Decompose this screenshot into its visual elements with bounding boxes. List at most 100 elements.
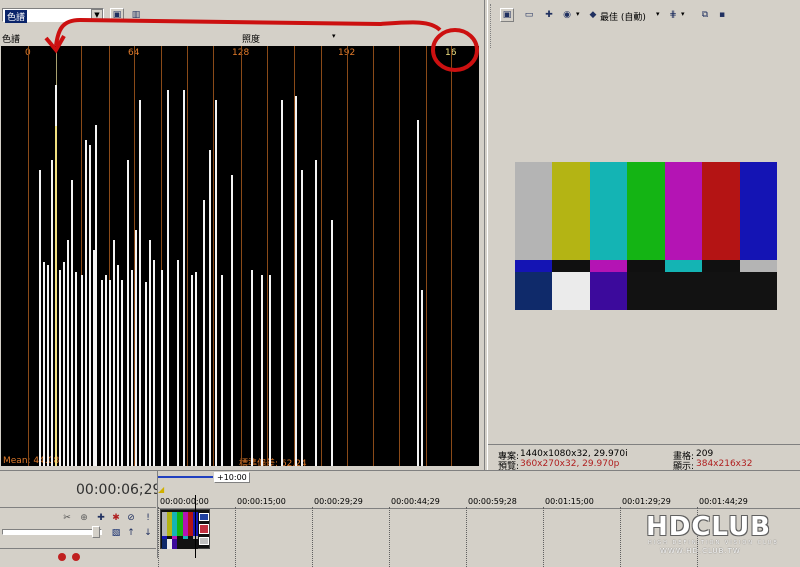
histogram-bar (167, 90, 169, 466)
marker-flag[interactable]: +10:00 (214, 472, 250, 483)
track-divider (0, 548, 156, 549)
scope-gridline (451, 46, 452, 466)
colorbar-swatch (739, 162, 778, 261)
histogram-bar (39, 170, 41, 466)
mute-icon[interactable]: ⊘ (124, 511, 138, 525)
monitor-icon[interactable]: ▭ (522, 8, 536, 22)
histogram-bar (101, 280, 103, 466)
event-fx-icon[interactable] (199, 513, 209, 521)
histogram-bar-highlight (55, 126, 57, 466)
ruler-timecode: 00:00:59;28 (468, 497, 517, 506)
histogram-bar (417, 120, 419, 466)
colorbar-swatch (627, 260, 666, 273)
histogram-bar (59, 270, 61, 466)
project-value: 1440x1080x32, 29.970i (520, 449, 628, 459)
colorbar-swatch (664, 260, 703, 273)
histogram-bar (127, 160, 129, 466)
event-thumbnail (162, 512, 199, 549)
histogram-bar (85, 140, 87, 466)
histogram-bar (89, 145, 91, 466)
colorbar-swatch (589, 272, 628, 310)
histogram-bar (231, 175, 233, 466)
colorbar-swatch (552, 162, 591, 261)
chevron-down-icon[interactable]: ▾ (576, 10, 580, 18)
colorbar-swatch (515, 260, 553, 273)
solo-icon[interactable]: ! (141, 511, 155, 525)
track-fx-icon[interactable]: ✱ (109, 511, 123, 525)
level-slider-thumb[interactable] (92, 526, 100, 538)
save-snapshot-icon[interactable]: ▪ (715, 8, 729, 22)
histogram-bar (315, 160, 317, 466)
bypass-fx-icon[interactable]: ✂ (60, 511, 74, 525)
move-down-icon[interactable]: ↓ (141, 526, 155, 540)
colorbar-swatch (702, 260, 741, 273)
scope-gridline (347, 46, 348, 466)
colorbar-swatch (702, 162, 741, 261)
event-pan-icon[interactable] (199, 537, 209, 545)
record-icon-2[interactable] (72, 553, 80, 561)
composite-icon[interactable]: ⊕ (77, 511, 91, 525)
histogram-bar (177, 260, 179, 466)
colorbar-swatch (552, 260, 591, 273)
loop-marker-icon[interactable]: ◢ (158, 485, 164, 494)
colorbar-swatch (739, 272, 778, 310)
composite-mode-icon[interactable]: ▧ (109, 526, 123, 540)
histogram-bar (67, 240, 69, 466)
event-crop-icon[interactable] (199, 524, 209, 534)
chevron-down-icon[interactable]: ▾ (656, 10, 660, 18)
scope-gridline (241, 46, 242, 466)
move-up-icon[interactable]: ↑ (124, 526, 138, 540)
preview-video-frame (515, 162, 778, 310)
colorbar-swatch (552, 272, 591, 310)
histogram-bar (331, 220, 333, 466)
level-slider[interactable] (2, 529, 102, 535)
colorbar-swatch (739, 260, 778, 273)
ruler-tick (466, 507, 467, 567)
ruler-tick (235, 507, 236, 567)
preview-grip[interactable] (490, 4, 493, 48)
histogram-bar (51, 160, 53, 466)
histogram-bar (109, 280, 111, 466)
histogram-bar (145, 282, 147, 466)
scope-gridline (267, 46, 268, 466)
preview-quality-select[interactable]: 最佳 (自動) (600, 10, 646, 23)
copy-snapshot-icon[interactable]: ⧉ (698, 8, 712, 22)
ruler-tick (158, 507, 159, 567)
record-icon[interactable] (58, 553, 66, 561)
histogram-bar (295, 96, 297, 466)
histogram-bar (183, 90, 185, 466)
histogram-bar (421, 290, 423, 466)
info-divider (488, 444, 800, 445)
ruler-timecode: 00:00:00;00 (160, 497, 209, 506)
scope-gridline (373, 46, 374, 466)
histogram-bar (63, 262, 65, 466)
histogram-bar (281, 100, 283, 466)
histogram-bar (269, 275, 271, 466)
quality-icon[interactable]: ◆ (586, 8, 600, 22)
preview-settings-button[interactable]: ▣ (500, 8, 514, 22)
ruler-timecode: 00:00:29;29 (314, 497, 363, 506)
video-event-clip[interactable] (160, 509, 210, 549)
grid-icon[interactable]: ⋕ (666, 8, 680, 22)
preview-res-value: 360x270x32, 29.970p (520, 459, 620, 469)
overlay-icon[interactable]: ◉ (560, 8, 574, 22)
chevron-down-icon[interactable]: ▾ (681, 10, 685, 18)
histogram-bar (251, 270, 253, 466)
histogram-bar (209, 150, 211, 466)
track-motion-icon[interactable]: ✚ (94, 511, 108, 525)
frame-value: 209 (696, 449, 714, 459)
histogram-bar (113, 240, 115, 466)
playhead-cursor[interactable] (195, 495, 196, 558)
timecode-display: 00:00:06;29 (76, 482, 162, 498)
split-screen-icon[interactable]: ✚ (542, 8, 556, 22)
colorbar-swatch (589, 162, 628, 261)
histogram-bar (153, 260, 155, 466)
histogram-bar (117, 265, 119, 466)
watermark-brand: HDCLUB (646, 512, 771, 542)
display-value: 384x216x32 (696, 459, 753, 469)
histogram-bar (261, 275, 263, 466)
histogram-scope: 0 64 128 192 16 Mean: 44.08 標準偏差: 62.24 (1, 46, 479, 466)
time-ruler[interactable]: 00:00:00;00 00:00:15;00 00:00:29;29 00:00:4… (158, 495, 800, 567)
colorbar-swatch (702, 272, 741, 310)
ruler-timecode: 00:01:15;00 (545, 497, 594, 506)
